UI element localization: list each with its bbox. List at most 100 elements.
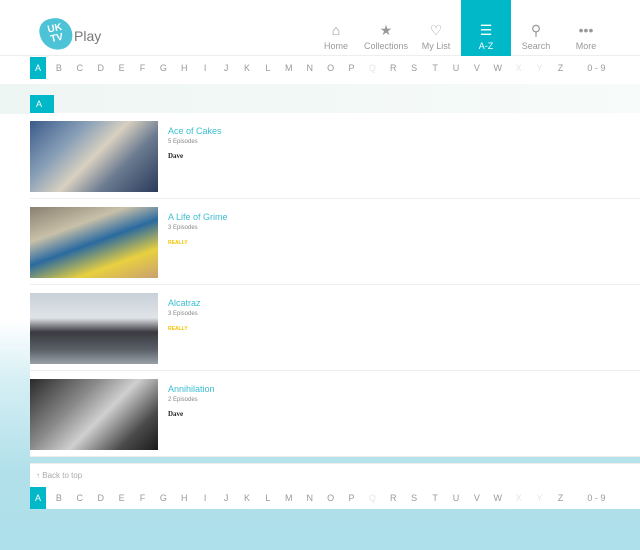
- letter-D[interactable]: D: [93, 487, 109, 509]
- letter-B[interactable]: B: [51, 57, 67, 79]
- letter-J[interactable]: J: [218, 487, 234, 509]
- letter-M[interactable]: M: [281, 487, 297, 509]
- letter-I[interactable]: I: [197, 57, 213, 79]
- letter-O[interactable]: O: [323, 487, 339, 509]
- nav-label: A-Z: [478, 41, 494, 51]
- nav-label: Collections: [363, 41, 409, 51]
- letter-Y: Y: [536, 493, 543, 503]
- letter-J[interactable]: J: [218, 57, 234, 79]
- letter-A[interactable]: A: [30, 487, 46, 509]
- letter-F[interactable]: F: [135, 487, 151, 509]
- letter-V[interactable]: V: [469, 487, 485, 509]
- show-thumbnail[interactable]: [30, 379, 158, 450]
- letter-T[interactable]: T: [427, 57, 443, 79]
- letter-A[interactable]: A: [30, 57, 46, 79]
- letter-I[interactable]: I: [197, 487, 213, 509]
- episode-count: 3 Episodes: [168, 311, 198, 317]
- uktv-play-logo[interactable]: UK TV Play: [37, 15, 102, 53]
- letter-W[interactable]: W: [490, 57, 506, 79]
- show-row[interactable]: Ace of Cakes 5 Episodes Dave: [30, 113, 640, 199]
- letter-Z[interactable]: Z: [553, 57, 569, 79]
- letter-V[interactable]: V: [469, 57, 485, 79]
- more-icon: •••: [578, 22, 594, 38]
- show-thumbnail[interactable]: [30, 121, 158, 192]
- letter-N[interactable]: N: [302, 57, 318, 79]
- letter-R[interactable]: R: [385, 487, 401, 509]
- letter-M[interactable]: M: [281, 57, 297, 79]
- letter-C[interactable]: C: [72, 487, 88, 509]
- episode-count: 2 Episodes: [168, 397, 198, 403]
- letter-K[interactable]: K: [239, 487, 255, 509]
- alphabet-nav-bottom: ABCDEFGHIJKLMNOPQRSTUVWX YZ 0 - 9: [30, 487, 640, 509]
- letter-S[interactable]: S: [406, 487, 422, 509]
- letter-T[interactable]: T: [427, 487, 443, 509]
- letter-U[interactable]: U: [448, 487, 464, 509]
- letter-G[interactable]: G: [155, 57, 171, 79]
- letter-D[interactable]: D: [93, 57, 109, 79]
- letter-Z[interactable]: Z: [553, 487, 569, 509]
- show-thumbnail[interactable]: [30, 207, 158, 278]
- letter-H[interactable]: H: [176, 487, 192, 509]
- show-title[interactable]: Ace of Cakes: [168, 126, 222, 136]
- nav-label: Home: [323, 41, 348, 51]
- episode-count: 5 Episodes: [168, 139, 198, 145]
- nav-a-z[interactable]: ☰ A-Z: [461, 0, 511, 56]
- section-label: A: [30, 95, 54, 113]
- letter-G[interactable]: G: [155, 487, 171, 509]
- letter-N[interactable]: N: [302, 487, 318, 509]
- show-row[interactable]: A Life of Grime 3 Episodes REALLY: [30, 199, 640, 285]
- nav-label: My List: [421, 41, 451, 51]
- nav-more[interactable]: ••• More: [561, 0, 611, 56]
- letter-O[interactable]: O: [323, 57, 339, 79]
- letter-X: X: [515, 63, 522, 73]
- letter-F[interactable]: F: [135, 57, 151, 79]
- letter-P[interactable]: P: [344, 487, 360, 509]
- nav-home[interactable]: ⌂ Home: [311, 0, 361, 56]
- list-icon: ☰: [479, 22, 493, 38]
- letter-W[interactable]: W: [490, 487, 506, 509]
- header: UK TV Play ⌂ Home ★ Collections ♡ My List ☰ A-Z ⚲…: [0, 0, 640, 56]
- letter-B[interactable]: B: [51, 487, 67, 509]
- show-title[interactable]: Annihilation: [168, 384, 215, 394]
- letter-0-9[interactable]: 0 - 9: [581, 57, 611, 79]
- letter-S[interactable]: S: [406, 57, 422, 79]
- nav-collections[interactable]: ★ Collections: [361, 0, 411, 56]
- channel-logo: REALLY: [168, 326, 188, 332]
- show-list: Ace of Cakes 5 Episodes Dave A Life of G…: [30, 113, 640, 457]
- nav-label: More: [575, 41, 597, 51]
- nav-search[interactable]: ⚲ Search: [511, 0, 561, 56]
- section-bar: [0, 84, 640, 114]
- show-title[interactable]: A Life of Grime: [168, 212, 228, 222]
- channel-logo: Dave: [168, 152, 184, 160]
- home-icon: ⌂: [331, 22, 341, 38]
- letter-E[interactable]: E: [114, 487, 130, 509]
- letter-L[interactable]: L: [260, 487, 276, 509]
- letter-L[interactable]: L: [260, 57, 276, 79]
- search-icon: ⚲: [530, 22, 542, 38]
- show-thumbnail[interactable]: [30, 293, 158, 364]
- nav-my-list[interactable]: ♡ My List: [411, 0, 461, 56]
- letter-U[interactable]: U: [448, 57, 464, 79]
- letter-Y: Y: [536, 63, 543, 73]
- channel-logo: REALLY: [168, 240, 188, 246]
- show-row[interactable]: Alcatraz 3 Episodes REALLY: [30, 285, 640, 371]
- show-row[interactable]: Annihilation 2 Episodes Dave: [30, 371, 640, 457]
- letter-R[interactable]: R: [385, 57, 401, 79]
- letter-Q: Q: [368, 493, 376, 503]
- letter-0-9[interactable]: 0 - 9: [581, 487, 611, 509]
- channel-logo: Dave: [168, 410, 184, 418]
- letter-Q: Q: [368, 63, 376, 73]
- alphabet-nav-top: ABCDEFGHIJKLMNOPQRSTUVWX YZ 0 - 9: [30, 57, 640, 79]
- heart-icon: ♡: [429, 22, 443, 38]
- letter-H[interactable]: H: [176, 57, 192, 79]
- letter-C[interactable]: C: [72, 57, 88, 79]
- logo-word: Play: [74, 28, 102, 44]
- letter-E[interactable]: E: [114, 57, 130, 79]
- letter-P[interactable]: P: [344, 57, 360, 79]
- letter-X: X: [515, 493, 522, 503]
- show-title[interactable]: Alcatraz: [168, 298, 201, 308]
- letter-K[interactable]: K: [239, 57, 255, 79]
- back-to-top-link[interactable]: ↑ Back to top: [30, 463, 640, 487]
- collections-icon: ★: [379, 22, 393, 38]
- logo-mark: UK TV: [37, 15, 75, 53]
